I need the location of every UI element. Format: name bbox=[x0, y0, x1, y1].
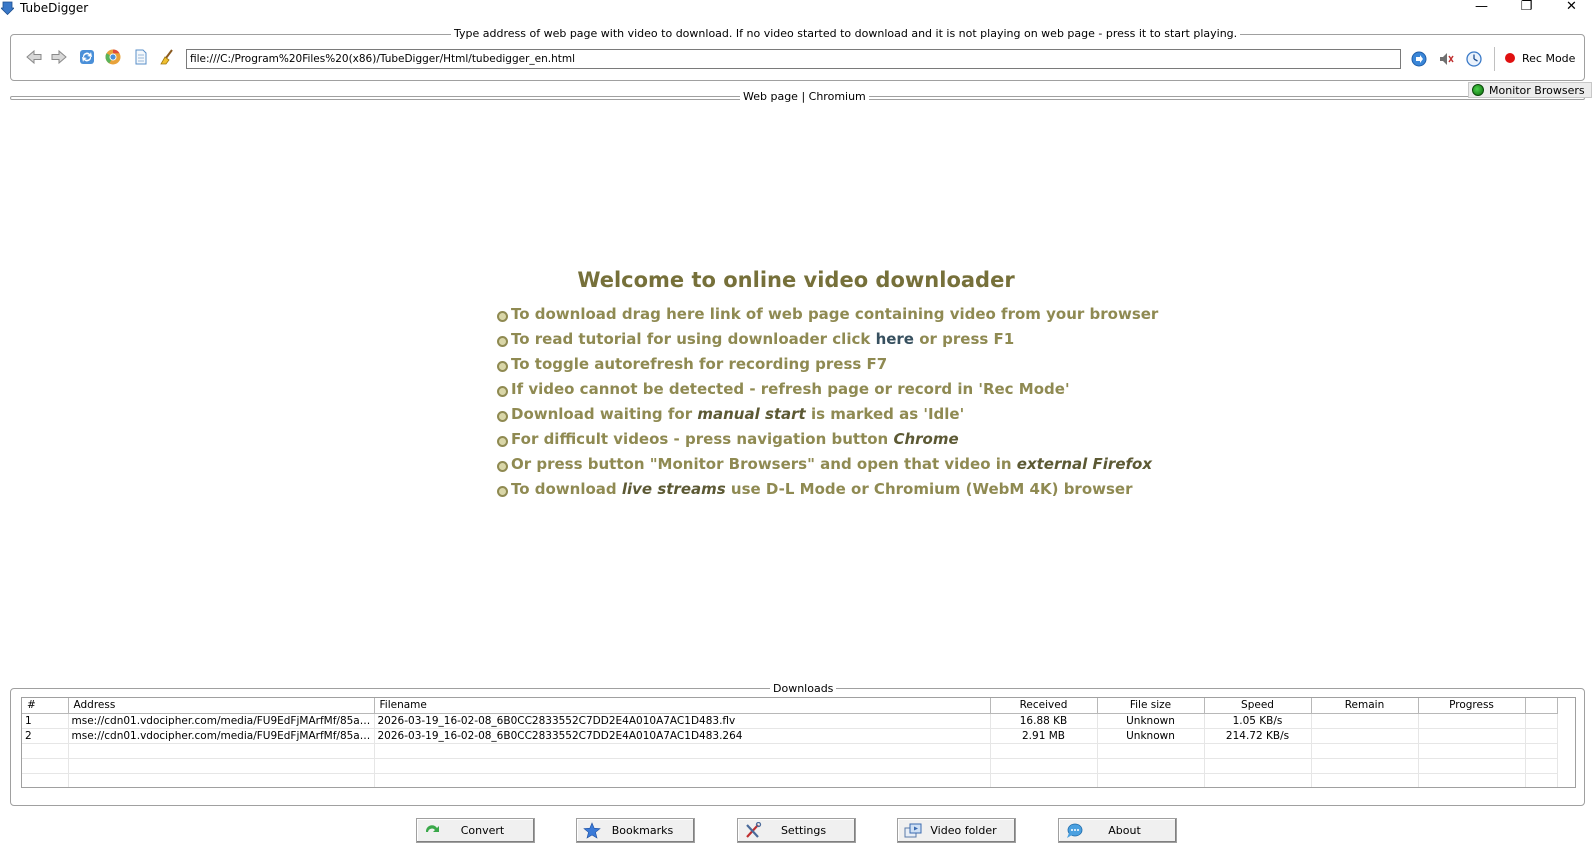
welcome-title: Welcome to online video downloader bbox=[577, 268, 1015, 292]
empty-row bbox=[22, 743, 1558, 759]
downloads-caption: Downloads bbox=[770, 682, 837, 695]
rec-mode-label: Rec Mode bbox=[1522, 52, 1576, 65]
cell-remain bbox=[1311, 713, 1419, 729]
column-header-spacer bbox=[1525, 698, 1558, 714]
url-input[interactable] bbox=[186, 49, 1401, 69]
column-header[interactable]: Remain bbox=[1311, 698, 1419, 714]
window-title: TubeDigger bbox=[20, 1, 89, 15]
instruction-item: To toggle autorefresh for recording pres… bbox=[497, 355, 1158, 380]
table-row[interactable]: 1 mse://cdn01.vdocipher.com/media/FU9EdF… bbox=[22, 713, 1558, 729]
cell-spacer bbox=[1525, 713, 1558, 729]
back-icon[interactable] bbox=[25, 48, 43, 66]
table-header: # Address Filename Received File size Sp… bbox=[22, 698, 1558, 714]
convert-button[interactable]: Convert bbox=[416, 818, 535, 843]
tubedigger-logo-icon bbox=[1, 1, 14, 15]
record-icon bbox=[1505, 53, 1515, 63]
clean-icon[interactable] bbox=[158, 48, 176, 66]
table-row[interactable]: 2 mse://cdn01.vdocipher.com/media/FU9EdF… bbox=[22, 728, 1558, 744]
column-header[interactable]: File size bbox=[1097, 698, 1205, 714]
column-header[interactable]: Progress bbox=[1418, 698, 1526, 714]
cell-address: mse://cdn01.vdocipher.com/media/FU9EdFjM… bbox=[68, 713, 375, 729]
rec-mode-button[interactable]: Rec Mode bbox=[1494, 47, 1584, 71]
refresh-icon[interactable] bbox=[78, 48, 96, 66]
minimize-button[interactable]: — bbox=[1459, 0, 1504, 17]
video-folder-button[interactable]: Video folder bbox=[897, 818, 1016, 843]
instruction-item: For difficult videos - press navigation … bbox=[497, 430, 1158, 455]
timer-icon[interactable] bbox=[1465, 50, 1483, 68]
cell-spacer bbox=[1525, 728, 1558, 744]
forward-icon[interactable] bbox=[50, 48, 68, 66]
tutorial-link[interactable]: here bbox=[876, 330, 914, 348]
instruction-item: Or press button "Monitor Browsers" and o… bbox=[497, 455, 1158, 480]
cell-file-size: Unknown bbox=[1097, 713, 1205, 729]
about-button[interactable]: About bbox=[1058, 818, 1177, 843]
cell-received: 16.88 KB bbox=[990, 713, 1098, 729]
column-header[interactable]: Address bbox=[68, 698, 375, 714]
downloads-table[interactable]: # Address Filename Received File size Sp… bbox=[21, 697, 1576, 788]
column-header[interactable]: Received bbox=[990, 698, 1098, 714]
webpage-caption: Web page | Chromium bbox=[740, 90, 869, 103]
monitor-browsers-label: Monitor Browsers bbox=[1489, 84, 1585, 97]
cell-num: 2 bbox=[22, 728, 69, 744]
empty-row bbox=[22, 758, 1558, 774]
status-led-icon bbox=[1472, 84, 1484, 96]
instruction-item: To download live streams use D-L Mode or… bbox=[497, 480, 1158, 505]
go-icon[interactable] bbox=[1410, 50, 1428, 68]
mute-icon[interactable] bbox=[1438, 50, 1456, 68]
cell-speed: 214.72 KB/s bbox=[1204, 728, 1312, 744]
cell-received: 2.91 MB bbox=[990, 728, 1098, 744]
page-icon[interactable] bbox=[132, 48, 150, 66]
cell-progress bbox=[1418, 713, 1526, 729]
cell-filename: 2026-03-19_16-02-08_6B0CC2833552C7DD2E4A… bbox=[374, 713, 991, 729]
cell-address: mse://cdn01.vdocipher.com/media/FU9EdFjM… bbox=[68, 728, 375, 744]
empty-row bbox=[22, 773, 1558, 787]
instruction-item: Download waiting for manual start is mar… bbox=[497, 405, 1158, 430]
instruction-item: To read tutorial for using downloader cl… bbox=[497, 330, 1158, 355]
cell-num: 1 bbox=[22, 713, 69, 729]
settings-button[interactable]: Settings bbox=[737, 818, 856, 843]
column-header[interactable]: # bbox=[22, 698, 69, 714]
column-header[interactable]: Speed bbox=[1204, 698, 1312, 714]
instruction-item: If video cannot be detected - refresh pa… bbox=[497, 380, 1158, 405]
welcome-instructions: To download drag here link of web page c… bbox=[497, 305, 1158, 505]
restore-button[interactable]: ❐ bbox=[1504, 0, 1549, 17]
address-caption: Type address of web page with video to d… bbox=[451, 27, 1241, 40]
bookmarks-button[interactable]: Bookmarks bbox=[576, 818, 695, 843]
chrome-icon[interactable] bbox=[104, 48, 122, 66]
cell-filename: 2026-03-19_16-02-08_6B0CC2833552C7DD2E4A… bbox=[374, 728, 991, 744]
cell-file-size: Unknown bbox=[1097, 728, 1205, 744]
monitor-browsers-button[interactable]: Monitor Browsers bbox=[1468, 82, 1592, 98]
cell-speed: 1.05 KB/s bbox=[1204, 713, 1312, 729]
title-bar: TubeDigger — ❐ ✕ bbox=[0, 0, 1592, 17]
cell-progress bbox=[1418, 728, 1526, 744]
instruction-item: To download drag here link of web page c… bbox=[497, 305, 1158, 330]
column-header[interactable]: Filename bbox=[374, 698, 991, 714]
cell-remain bbox=[1311, 728, 1419, 744]
close-button[interactable]: ✕ bbox=[1549, 0, 1592, 17]
